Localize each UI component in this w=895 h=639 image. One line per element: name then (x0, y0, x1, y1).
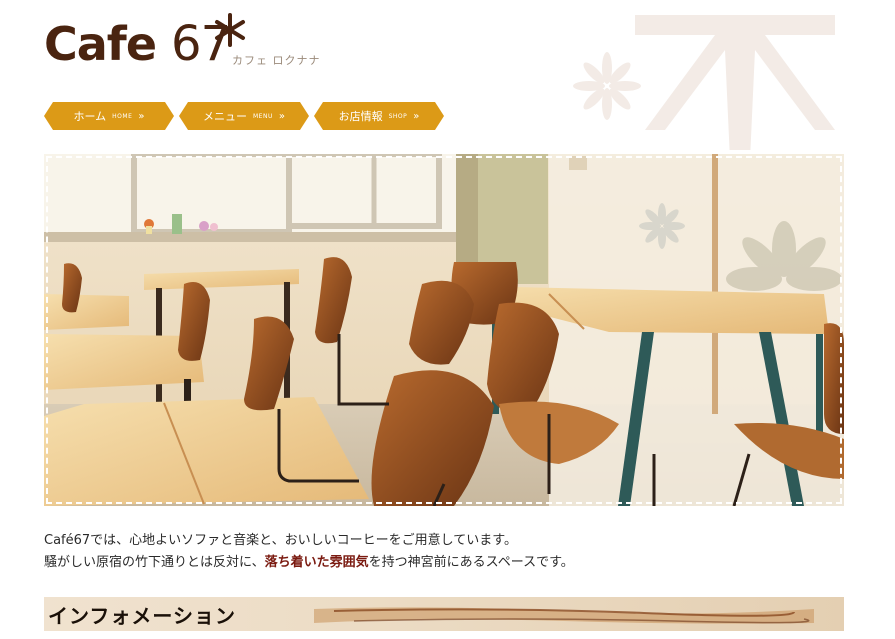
logo-kana: カフェ ロクナナ (232, 54, 321, 67)
intro-highlight: 落ち着いた雰囲気 (264, 555, 369, 570)
nav-shop-button[interactable]: お店情報 SHOP » (314, 102, 444, 130)
double-chevron-icon: » (278, 110, 285, 122)
brush-stroke-decoration (314, 607, 814, 624)
intro-text: Café67では、心地よいソファと音楽と、おいしいコーヒーをご用意しています。 … (44, 530, 844, 574)
cafe-interior-illustration (44, 154, 844, 506)
site-logo[interactable]: Cafe 67 カフェ ロクナナ (44, 13, 320, 74)
information-heading-bar: インフォメーション (44, 597, 844, 631)
hero-image (44, 154, 844, 506)
nav-menu-button[interactable]: メニュー MENU » (179, 102, 309, 130)
nav-home-button[interactable]: ホーム HOME » (44, 102, 174, 130)
intro-line-2: 騒がしい原宿の竹下通りとは反対に、落ち着いた雰囲気を持つ神宮前にあるスペースです… (44, 555, 574, 570)
nav-label: ホーム (73, 110, 107, 123)
nav-label: お店情報 (338, 110, 383, 123)
double-chevron-icon: » (138, 110, 145, 122)
logo-text: Cafe 67 (44, 16, 231, 72)
nav-label: メニュー (203, 110, 247, 123)
asterisk-icon (215, 13, 245, 47)
double-chevron-icon: » (413, 110, 420, 122)
intro-line-1: Café67では、心地よいソファと音楽と、おいしいコーヒーをご用意しています。 (44, 533, 517, 548)
decorative-flower-icon (573, 15, 835, 150)
section-title: インフォメーション (48, 604, 236, 628)
nav-sub-label: MENU (253, 112, 273, 120)
nav-sub-label: SHOP (388, 112, 408, 120)
nav-sub-label: HOME (112, 112, 133, 120)
